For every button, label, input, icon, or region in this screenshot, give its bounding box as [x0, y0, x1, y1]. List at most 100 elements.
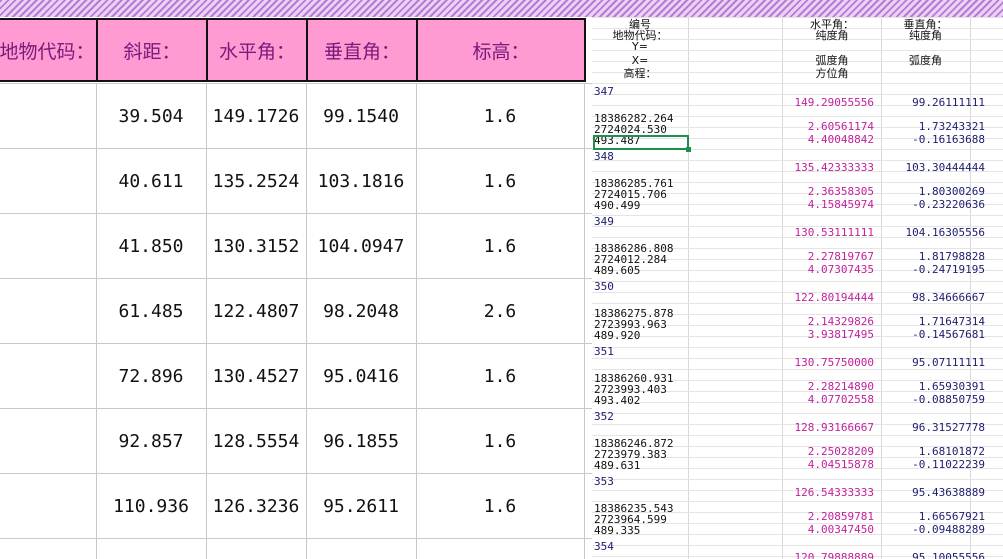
record-id[interactable]: 353 — [594, 476, 614, 487]
vertical-extra[interactable]: -0.11022239 — [881, 459, 985, 470]
cell-elevation[interactable]: 2.6 — [416, 279, 584, 343]
cell-horizontal-angle[interactable]: 122.4807 — [206, 279, 306, 343]
vertical-degree[interactable]: 98.34666667 — [881, 292, 985, 303]
header-horizontal-label[interactable]: 弧度角 — [782, 55, 882, 66]
vertical-degree[interactable]: 104.16305556 — [881, 227, 985, 238]
cell-elevation[interactable]: 1.6 — [416, 214, 584, 278]
horizontal-degree[interactable]: 128.93166667 — [782, 422, 874, 433]
vertical-radian[interactable]: 1.73243321 — [881, 121, 985, 132]
horizontal-degree[interactable]: 122.80194444 — [782, 292, 874, 303]
vertical-extra[interactable]: -0.09488289 — [881, 524, 985, 535]
record-id[interactable]: 354 — [594, 541, 614, 552]
cell-slope-distance[interactable]: 61.485 — [96, 279, 206, 343]
vertical-extra[interactable]: -0.23220636 — [881, 199, 985, 210]
header-horizontal-angle[interactable]: 水平角： — [206, 18, 308, 82]
elevation-value[interactable]: 489.605 — [594, 265, 640, 276]
header-vertical-label[interactable]: 纯度角 — [881, 30, 970, 41]
cell-slope-distance[interactable]: 110.936 — [96, 474, 206, 538]
elevation-value[interactable]: 489.335 — [594, 525, 640, 536]
elevation-value[interactable]: 489.631 — [594, 460, 640, 471]
cell-feature-code[interactable] — [0, 149, 96, 213]
cell-feature-code[interactable] — [0, 279, 96, 343]
cell-feature-code[interactable] — [0, 344, 96, 408]
horizontal-radian[interactable]: 2.14329826 — [782, 316, 874, 327]
elevation-value[interactable]: 489.920 — [594, 330, 640, 341]
elevation-value[interactable]: 490.499 — [594, 200, 640, 211]
horizontal-radian[interactable]: 2.20859781 — [782, 511, 874, 522]
header-horizontal-label[interactable]: 方位角 — [782, 68, 882, 79]
cell-slope-distance[interactable]: 39.504 — [96, 84, 206, 148]
vertical-radian[interactable]: 1.68101872 — [881, 446, 985, 457]
cell-feature-code[interactable] — [0, 409, 96, 473]
header-horizontal-label[interactable]: 纯度角 — [782, 30, 882, 41]
vertical-radian[interactable]: 1.81798828 — [881, 251, 985, 262]
cell-slope-distance[interactable]: 72.896 — [96, 344, 206, 408]
cell-slope-distance[interactable]: 41.850 — [96, 214, 206, 278]
vertical-degree[interactable]: 95.43638889 — [881, 487, 985, 498]
vertical-extra[interactable]: -0.24719195 — [881, 264, 985, 275]
vertical-degree[interactable]: 95.10055556 — [881, 552, 985, 559]
cell-horizontal-angle[interactable]: 130.4527 — [206, 344, 306, 408]
horizontal-degree[interactable]: 120.79888889 — [782, 552, 874, 559]
vertical-degree[interactable]: 96.31527778 — [881, 422, 985, 433]
vertical-radian[interactable]: 1.80300269 — [881, 186, 985, 197]
header-vertical-label[interactable]: 弧度角 — [881, 55, 970, 66]
vertical-extra[interactable]: -0.08850759 — [881, 394, 985, 405]
azimuth-value[interactable]: 4.40048842 — [782, 134, 874, 145]
cell-vertical-angle[interactable]: 98.2048 — [306, 279, 416, 343]
azimuth-value[interactable]: 4.07702558 — [782, 394, 874, 405]
header-left-label[interactable]: 高程： — [592, 68, 688, 79]
horizontal-radian[interactable]: 2.60561174 — [782, 121, 874, 132]
header-left-label[interactable]: X= — [592, 55, 688, 66]
record-id[interactable]: 352 — [594, 411, 614, 422]
cell-horizontal-angle[interactable]: 149.1726 — [206, 84, 306, 148]
vertical-radian[interactable]: 1.65930391 — [881, 381, 985, 392]
vertical-degree[interactable]: 103.30444444 — [881, 162, 985, 173]
cell-vertical-angle[interactable]: 103.1816 — [306, 149, 416, 213]
cell-vertical-angle[interactable]: 95.2611 — [306, 474, 416, 538]
cell-slope-distance[interactable]: 40.611 — [96, 149, 206, 213]
azimuth-value[interactable]: 4.04515878 — [782, 459, 874, 470]
vertical-extra[interactable]: -0.14567681 — [881, 329, 985, 340]
header-feature-code[interactable]: 地物代码： — [0, 18, 98, 82]
header-elevation[interactable]: 标高： — [416, 18, 586, 82]
cell-horizontal-angle[interactable]: 135.2524 — [206, 149, 306, 213]
header-left-label[interactable]: Y= — [592, 41, 688, 52]
cell-slope-distance[interactable]: 92.857 — [96, 409, 206, 473]
header-slope-distance[interactable]: 斜距： — [96, 18, 208, 82]
elevation-value[interactable]: 493.402 — [594, 395, 640, 406]
vertical-radian[interactable]: 1.71647314 — [881, 316, 985, 327]
cell-feature-code[interactable] — [0, 214, 96, 278]
cell-horizontal-angle[interactable]: 128.5554 — [206, 409, 306, 473]
vertical-degree[interactable]: 99.26111111 — [881, 97, 985, 108]
horizontal-radian[interactable]: 2.28214890 — [782, 381, 874, 392]
record-id[interactable]: 351 — [594, 346, 614, 357]
cell-vertical-angle[interactable]: 99.1540 — [306, 84, 416, 148]
azimuth-value[interactable]: 4.00347450 — [782, 524, 874, 535]
header-vertical-angle[interactable]: 垂直角： — [306, 18, 418, 82]
cell-vertical-angle[interactable]: 104.0947 — [306, 214, 416, 278]
record-id[interactable]: 350 — [594, 281, 614, 292]
horizontal-degree[interactable]: 149.29055556 — [782, 97, 874, 108]
record-id[interactable]: 348 — [594, 151, 614, 162]
cell-elevation[interactable]: 1.6 — [416, 149, 584, 213]
horizontal-degree[interactable]: 126.54333333 — [782, 487, 874, 498]
cell-elevation[interactable]: 1.6 — [416, 84, 584, 148]
cell-vertical-angle[interactable]: 95.0416 — [306, 344, 416, 408]
horizontal-degree[interactable]: 130.53111111 — [782, 227, 874, 238]
record-id[interactable]: 349 — [594, 216, 614, 227]
horizontal-radian[interactable]: 2.36358305 — [782, 186, 874, 197]
cell-feature-code[interactable] — [0, 84, 96, 148]
azimuth-value[interactable]: 4.07307435 — [782, 264, 874, 275]
record-id[interactable]: 347 — [594, 86, 614, 97]
cell-vertical-angle[interactable]: 96.1855 — [306, 409, 416, 473]
selected-cell[interactable] — [593, 135, 691, 152]
horizontal-degree[interactable]: 130.75750000 — [782, 357, 874, 368]
horizontal-radian[interactable]: 2.25028209 — [782, 446, 874, 457]
azimuth-value[interactable]: 3.93817495 — [782, 329, 874, 340]
cell-horizontal-angle[interactable]: 126.3236 — [206, 474, 306, 538]
cell-horizontal-angle[interactable]: 130.3152 — [206, 214, 306, 278]
horizontal-radian[interactable]: 2.27819767 — [782, 251, 874, 262]
cell-elevation[interactable]: 1.6 — [416, 409, 584, 473]
cell-feature-code[interactable] — [0, 474, 96, 538]
